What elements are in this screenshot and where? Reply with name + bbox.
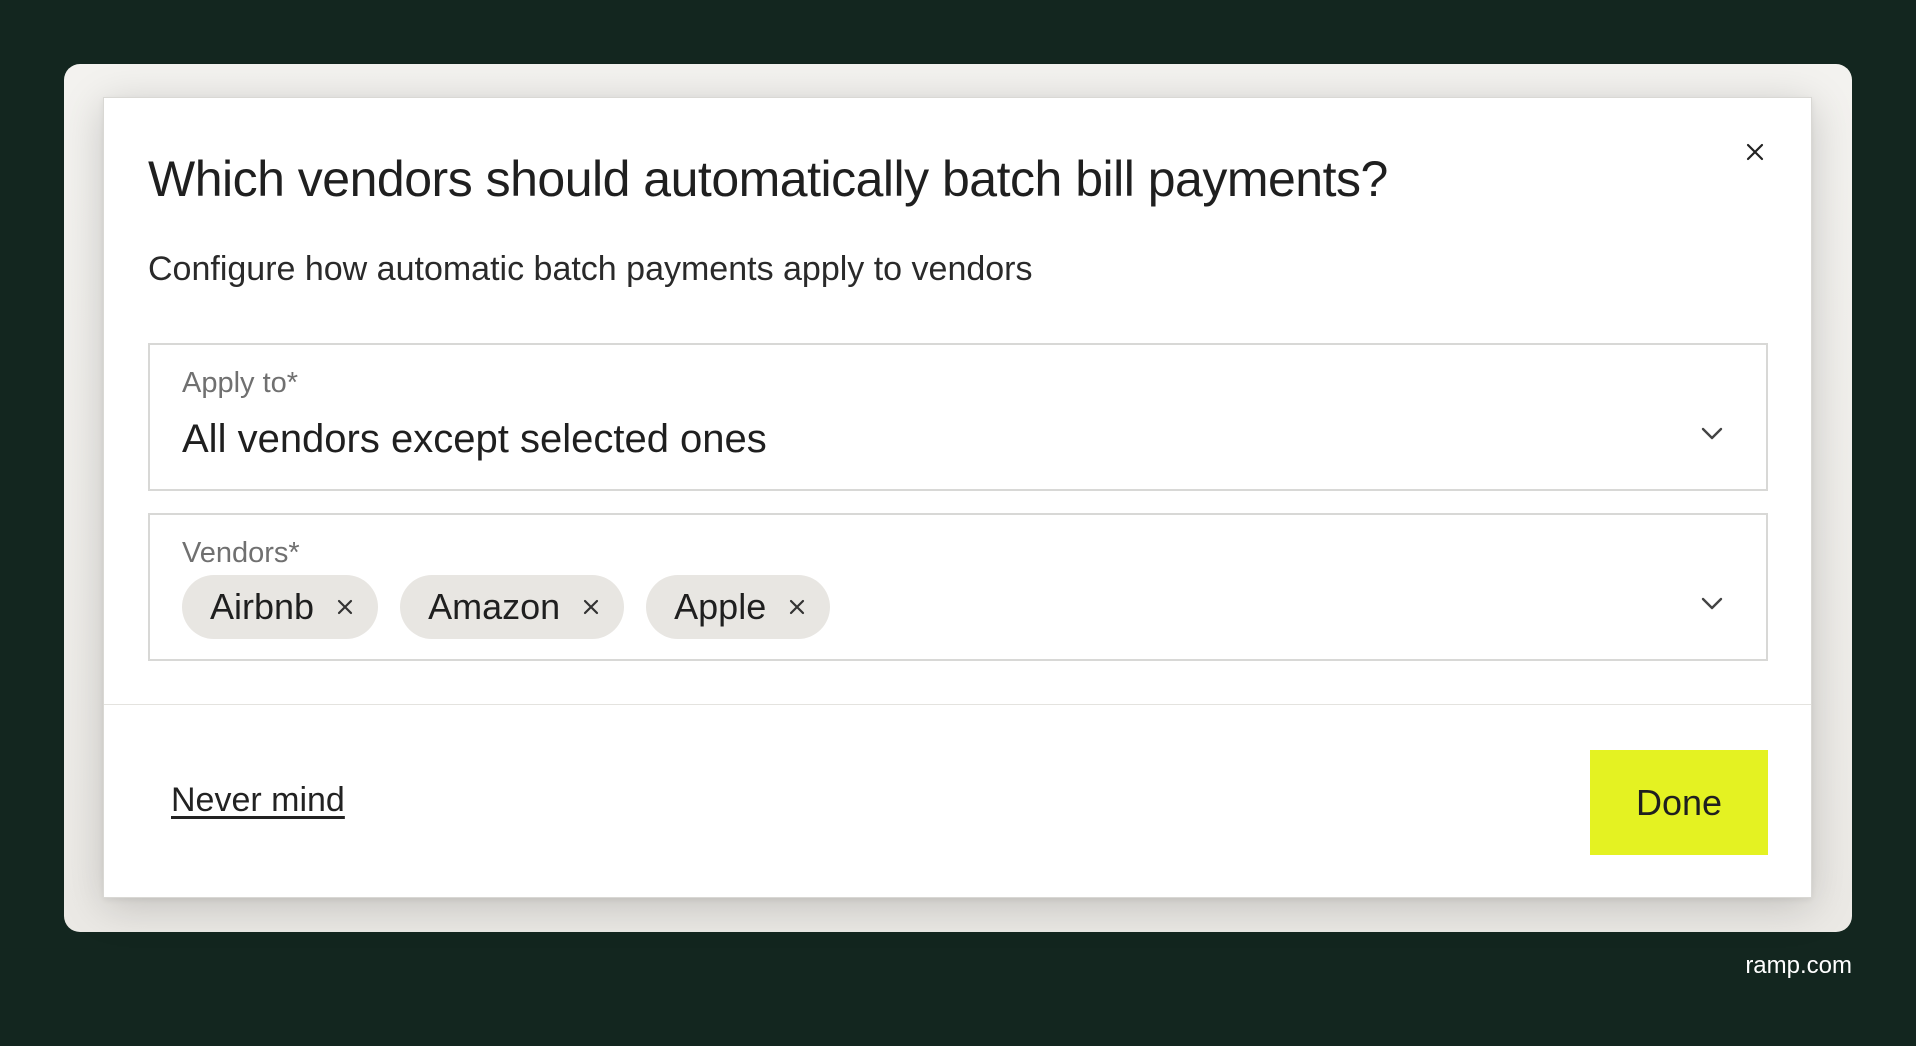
vendor-chip-label: Amazon bbox=[428, 586, 561, 627]
close-button[interactable] bbox=[1735, 132, 1775, 172]
vendor-chip-label: Apple bbox=[674, 586, 767, 627]
chevron-down-icon bbox=[1701, 597, 1723, 610]
done-button[interactable]: Done bbox=[1590, 750, 1768, 855]
vendor-chip-airbnb: Airbnb bbox=[182, 575, 379, 639]
vendor-chip-amazon: Amazon bbox=[400, 575, 625, 639]
remove-vendor-airbnb-button[interactable] bbox=[332, 594, 358, 620]
apply-to-label: Apply to* bbox=[182, 367, 299, 399]
close-icon bbox=[790, 599, 805, 615]
vendor-chip-list: Airbnb Amazon Apple bbox=[182, 575, 831, 639]
footer-divider bbox=[104, 704, 1811, 705]
close-icon bbox=[584, 599, 599, 615]
remove-vendor-apple-button[interactable] bbox=[784, 594, 810, 620]
apply-to-select[interactable]: Apply to* All vendors except selected on… bbox=[148, 343, 1768, 491]
brand-watermark: ramp.com bbox=[1745, 952, 1852, 979]
close-icon bbox=[337, 599, 353, 615]
batch-payments-modal: Which vendors should automatically batch… bbox=[103, 97, 1812, 898]
modal-title: Which vendors should automatically batch… bbox=[148, 151, 1388, 207]
vendor-chip-label: Airbnb bbox=[210, 586, 315, 627]
close-icon bbox=[1746, 143, 1764, 161]
modal-subtitle: Configure how automatic batch payments a… bbox=[148, 250, 1033, 288]
never-mind-link[interactable]: Never mind bbox=[171, 781, 345, 820]
vendor-chip-apple: Apple bbox=[646, 575, 831, 639]
chevron-down-icon bbox=[1701, 427, 1723, 440]
remove-vendor-amazon-button[interactable] bbox=[578, 594, 604, 620]
vendors-label: Vendors* bbox=[182, 537, 300, 569]
vendors-multiselect[interactable]: Vendors* Airbnb Amazon Apple bbox=[148, 513, 1768, 661]
apply-to-value: All vendors except selected ones bbox=[182, 417, 767, 461]
